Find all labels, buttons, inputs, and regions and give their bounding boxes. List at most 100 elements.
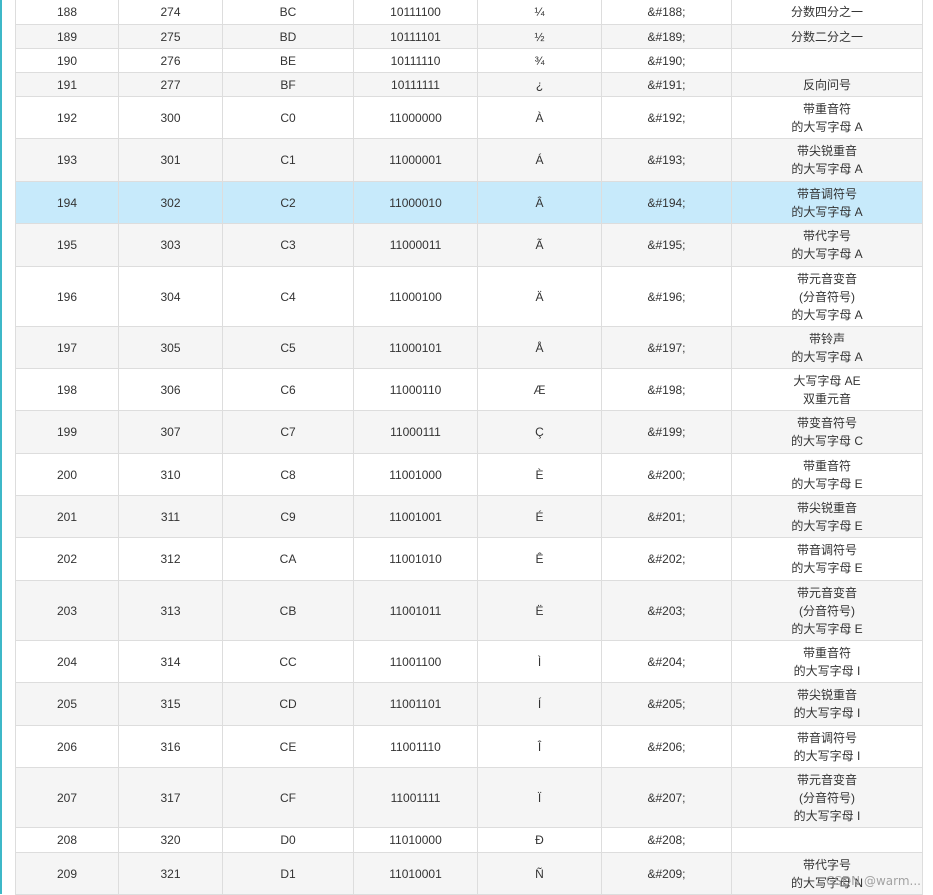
html-entity-cell: &#192; <box>601 96 732 139</box>
decimal-cell: 192 <box>15 96 119 139</box>
html-entity-cell: &#189; <box>601 24 732 49</box>
table-row: 192 300 C0 11000000 À &#192; 带重音符 的大写字母 A <box>15 96 923 139</box>
description-line: 分数四分之一 <box>790 4 863 19</box>
decimal-cell: 199 <box>15 410 119 454</box>
decimal-cell: 194 <box>15 181 119 224</box>
symbol-cell: Ì <box>477 640 602 683</box>
html-entity-cell: &#193; <box>601 138 732 182</box>
binary-cell: 10111110 <box>353 48 478 73</box>
description-cell: 带尖锐重音 的大写字母 I <box>731 682 923 726</box>
html-entity-cell: &#198; <box>601 368 732 411</box>
table-row: 189 275 BD 10111101 ½ &#189; 分数二分之一 <box>15 24 923 49</box>
hex-cell: C3 <box>222 223 354 267</box>
symbol-cell: Ä <box>477 266 602 327</box>
description-line: 的大写字母 A <box>791 204 863 219</box>
table-row: 203 313 CB 11001011 Ë &#203; 带元音变音 (分音符号) 的大写字母 … <box>15 580 923 641</box>
description-line: 反向问号 <box>802 77 851 92</box>
octal-cell: 275 <box>118 24 223 49</box>
decimal-cell: 204 <box>15 640 119 683</box>
symbol-cell: Ë <box>477 580 602 641</box>
html-entity-cell: &#195; <box>601 223 732 267</box>
description-line: 带重音符 <box>802 101 851 116</box>
description-cell <box>731 827 923 853</box>
table-row: 200 310 C8 11001000 È &#200; 带重音符 的大写字母 E <box>15 453 923 496</box>
html-entity-cell: &#209; <box>601 852 732 895</box>
symbol-cell: ½ <box>477 24 602 49</box>
symbol-cell: Ç <box>477 410 602 454</box>
octal-cell: 320 <box>118 827 223 853</box>
hex-cell: C1 <box>222 138 354 182</box>
octal-cell: 304 <box>118 266 223 327</box>
symbol-cell: ¾ <box>477 48 602 73</box>
description-cell: 分数四分之一 <box>731 0 923 25</box>
hex-cell: C5 <box>222 326 354 369</box>
decimal-cell: 189 <box>15 24 119 49</box>
binary-cell: 11000111 <box>353 410 478 454</box>
decimal-cell: 207 <box>15 767 119 828</box>
hex-cell: C9 <box>222 495 354 538</box>
description-line: 带音调符号 <box>796 730 857 745</box>
description-line: (分音符号) <box>799 289 855 304</box>
decimal-cell: 202 <box>15 537 119 581</box>
decimal-cell: 190 <box>15 48 119 73</box>
binary-cell: 11000110 <box>353 368 478 411</box>
octal-cell: 314 <box>118 640 223 683</box>
hex-cell: CB <box>222 580 354 641</box>
decimal-cell: 200 <box>15 453 119 496</box>
table-row: 194 302 C2 11000010 Â &#194; 带音调符号 的大写字母 A <box>15 181 923 224</box>
description-line: 带代字号 <box>802 857 851 872</box>
binary-cell: 11010001 <box>353 852 478 895</box>
hex-cell: C0 <box>222 96 354 139</box>
ascii-code-table: 188 274 BC 10111100 ¼ &#188; 分数四分之一 189 275 BD 101… <box>15 0 923 895</box>
table-row: 201 311 C9 11001001 É &#201; 带尖锐重音 的大写字母 E <box>15 495 923 538</box>
description-line: 带尖锐重音 <box>796 688 857 702</box>
table-row: 198 306 C6 11000110 Æ &#198; 大写字母 AE 双重元音 <box>15 368 923 411</box>
description-line: 带尖锐重音 <box>796 500 857 515</box>
decimal-cell: 203 <box>15 580 119 641</box>
html-entity-cell: &#194; <box>601 181 732 224</box>
binary-cell: 11001100 <box>353 640 478 683</box>
left-accent-bar <box>0 0 2 894</box>
description-line: 带铃声 <box>808 331 845 346</box>
binary-cell: 11000010 <box>353 181 478 224</box>
binary-cell: 11010000 <box>353 827 478 853</box>
description-cell: 带尖锐重音 的大写字母 A <box>731 138 923 182</box>
table-row: 196 304 C4 11000100 Ä &#196; 带元音变音 (分音符号) 的大写字母 … <box>15 266 923 327</box>
description-line: (分音符号) <box>799 603 855 618</box>
octal-cell: 274 <box>118 0 223 25</box>
hex-cell: C8 <box>222 453 354 496</box>
octal-cell: 305 <box>118 326 223 369</box>
binary-cell: 11001001 <box>353 495 478 538</box>
decimal-cell: 191 <box>15 72 119 97</box>
table-row: 209 321 D1 11010001 Ñ &#209; 带代字号 的大写字母 N <box>15 852 923 895</box>
description-cell: 带代字号 的大写字母 A <box>731 223 923 267</box>
html-entity-cell: &#205; <box>601 682 732 726</box>
description-cell: 反向问号 <box>731 72 923 97</box>
decimal-cell: 193 <box>15 138 119 182</box>
decimal-cell: 208 <box>15 827 119 853</box>
symbol-cell: Á <box>477 138 602 182</box>
hex-cell: D0 <box>222 827 354 853</box>
description-cell: 带重音符 的大写字母 E <box>731 453 923 496</box>
description-line: 的大写字母 A <box>791 349 863 364</box>
symbol-cell: É <box>477 495 602 538</box>
description-cell: 带元音变音 (分音符号) 的大写字母 A <box>731 266 923 327</box>
octal-cell: 312 <box>118 537 223 581</box>
decimal-cell: 198 <box>15 368 119 411</box>
octal-cell: 316 <box>118 725 223 768</box>
description-line: 带音调符号 <box>796 186 857 201</box>
symbol-cell: È <box>477 453 602 496</box>
html-entity-cell: &#206; <box>601 725 732 768</box>
binary-cell: 10111101 <box>353 24 478 49</box>
description-line: 大写字母 AE <box>793 373 861 388</box>
symbol-cell: Î <box>477 725 602 768</box>
octal-cell: 302 <box>118 181 223 224</box>
html-entity-cell: &#204; <box>601 640 732 683</box>
description-cell: 带铃声的大写字母 A <box>731 326 923 369</box>
binary-cell: 11000001 <box>353 138 478 182</box>
table-row: 195 303 C3 11000011 Ã &#195; 带代字号 的大写字母 A <box>15 223 923 267</box>
decimal-cell: 209 <box>15 852 119 895</box>
table-row: 199 307 C7 11000111 Ç &#199; 带变音符号 的大写字母 C <box>15 410 923 454</box>
octal-cell: 303 <box>118 223 223 267</box>
octal-cell: 300 <box>118 96 223 139</box>
